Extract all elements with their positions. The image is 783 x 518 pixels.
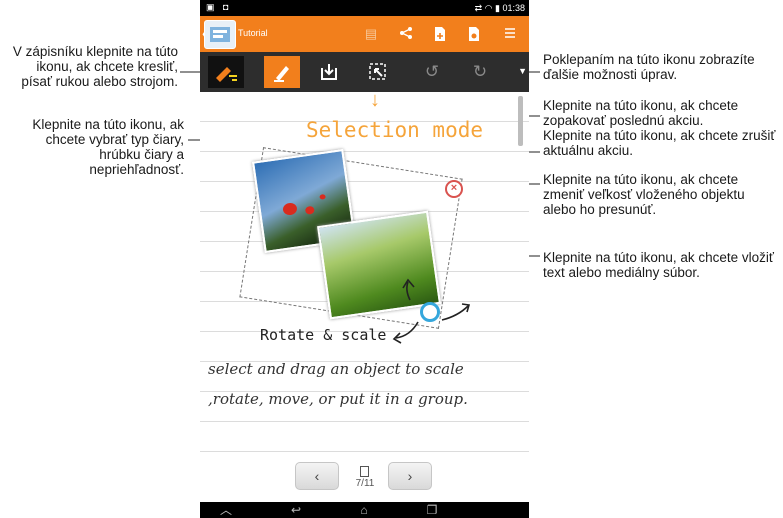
rotate-scale-label: Rotate & scale [260, 326, 387, 344]
callout-draw-mode: V zápisníku klepnite na túto ikonu, ak c… [12, 44, 178, 89]
handwriting-line-2: ,rotate, move, or put it in a group. [208, 390, 468, 408]
collapse-chevron-icon[interactable]: ︿ [216, 502, 236, 518]
callout-undo: Klepnite na túto ikonu, ak chcete zrušiť… [543, 128, 776, 158]
callout-stroke: Klepnite na túto ikonu, ak chcete vybrať… [32, 117, 184, 177]
home-icon[interactable]: ⌂ [354, 502, 374, 518]
page-icon [360, 466, 369, 477]
back-icon[interactable]: ↩ [286, 502, 306, 518]
callout-redo: Klepnite na túto ikonu, ak chcete zopako… [543, 98, 739, 128]
page-navigation: ‹ 7/11 › [200, 462, 529, 502]
page-number: 7/11 [355, 478, 375, 489]
callout-resize: Klepnite na túto ikonu, ak chcete zmeniť… [543, 172, 745, 217]
handwriting-line-1: select and drag an object to scale [208, 360, 464, 378]
callout-insert: Klepnite na túto ikonu, ak chcete vložiť… [543, 250, 774, 280]
previous-page-button[interactable]: ‹ [295, 462, 339, 490]
callout-more-options: Poklepaním na túto ikonu zobrazíte ďalši… [543, 52, 755, 82]
next-page-button[interactable]: › [388, 462, 432, 490]
recent-apps-icon[interactable]: ❐ [422, 502, 442, 518]
tablet-screen: ▣ ◘ ⇄ ◠ ▮ 01:38 ‹ Tutorial ▤ [200, 0, 529, 518]
system-navigation-bar: ︿ ↩ ⌂ ❐ [200, 502, 529, 518]
handwritten-arrows [392, 278, 471, 344]
